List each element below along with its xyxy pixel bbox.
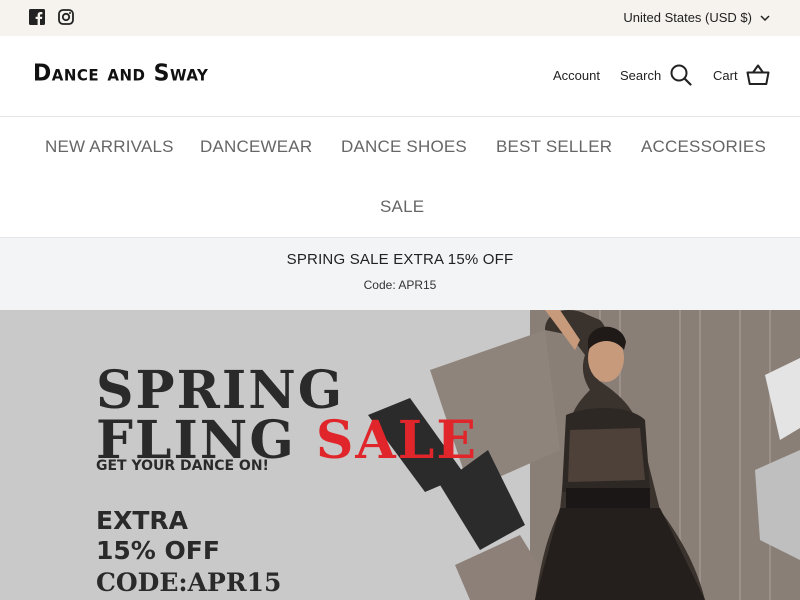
announcement-title: SPRING SALE EXTRA 15% OFF — [286, 251, 514, 268]
facebook-icon[interactable] — [29, 9, 45, 25]
nav-best-seller[interactable]: BEST SELLER — [496, 137, 612, 157]
main-nav: NEW ARRIVALS DANCEWEAR DANCE SHOES BEST … — [0, 117, 800, 238]
nav-dance-shoes[interactable]: DANCE SHOES — [341, 137, 467, 157]
utility-bar: United States (USD $) — [0, 0, 800, 36]
chevron-down-icon — [760, 14, 770, 21]
hero-code: CODE:APR15 — [96, 568, 282, 597]
account-link[interactable]: Account — [553, 68, 600, 83]
currency-selector[interactable]: United States (USD $) — [623, 10, 770, 25]
currency-label: United States (USD $) — [623, 10, 752, 25]
announcement-bar: SPRING SALE EXTRA 15% OFF Code: APR15 — [0, 238, 800, 310]
search-icon[interactable] — [670, 64, 692, 86]
nav-dancewear[interactable]: DANCEWEAR — [200, 137, 312, 157]
hero-banner[interactable]: SPRING FLING SALE GET YOUR DANCE ON! EXT… — [0, 310, 800, 600]
search-link[interactable]: Search — [620, 68, 661, 83]
instagram-icon[interactable] — [58, 9, 74, 25]
nav-accessories[interactable]: ACCESSORIES — [641, 137, 766, 157]
hero-title-sale: SALE — [315, 410, 478, 471]
nav-sale[interactable]: SALE — [380, 197, 424, 217]
site-header: Dance and Sway Account Search Cart — [0, 36, 800, 117]
hero-extra: EXTRA — [96, 506, 189, 535]
cart-link[interactable]: Cart — [713, 68, 738, 83]
hero-discount: 15% OFF — [96, 536, 220, 565]
announcement-code: Code: APR15 — [363, 278, 437, 292]
hero-subtitle: GET YOUR DANCE ON! — [96, 458, 269, 474]
cart-icon[interactable] — [746, 64, 770, 86]
nav-new-arrivals[interactable]: NEW ARRIVALS — [45, 137, 174, 157]
site-logo[interactable]: Dance and Sway — [33, 60, 208, 86]
